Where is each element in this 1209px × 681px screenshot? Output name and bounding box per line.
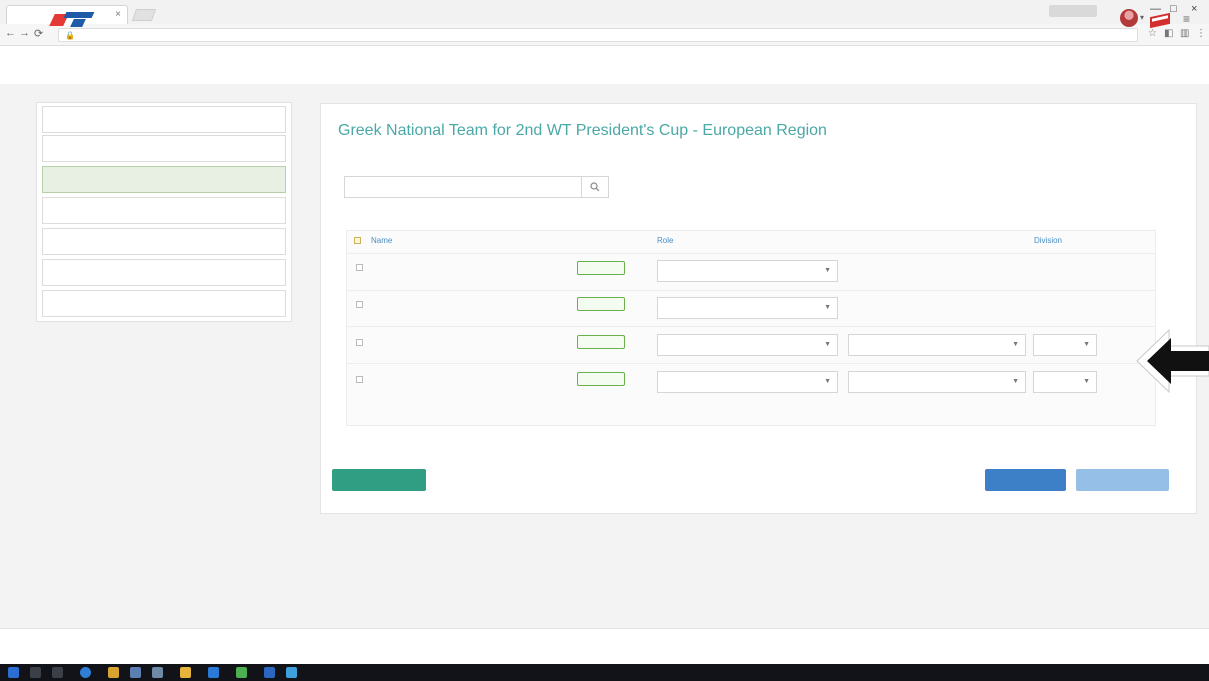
hamburger-menu-icon[interactable]: ≡ bbox=[1183, 12, 1190, 26]
sidebar-item-active[interactable] bbox=[42, 166, 286, 193]
select-all-checkbox[interactable] bbox=[354, 237, 361, 244]
chevron-down-icon: ▼ bbox=[824, 341, 831, 348]
chevron-down-icon: ▼ bbox=[1012, 378, 1019, 385]
search-button[interactable] bbox=[581, 177, 608, 197]
extension-icon[interactable]: ▥ bbox=[1180, 28, 1189, 39]
chevron-down-icon[interactable]: ▾ bbox=[1140, 13, 1144, 22]
country-flag-icon[interactable] bbox=[1150, 12, 1170, 29]
sidebar-item[interactable] bbox=[42, 135, 286, 162]
left-action-button[interactable] bbox=[332, 469, 426, 491]
app-header bbox=[0, 46, 1209, 84]
status-badge bbox=[577, 335, 625, 349]
role-select[interactable]: ▼ bbox=[657, 334, 838, 356]
folder-icon[interactable] bbox=[108, 667, 119, 678]
division-select[interactable]: ▼ bbox=[1033, 371, 1097, 393]
browser-tab-bar bbox=[0, 0, 1209, 24]
page-footer bbox=[0, 628, 1209, 664]
browser-menu-icon[interactable]: ⋮ bbox=[1196, 28, 1206, 39]
role-select[interactable]: ▼ bbox=[657, 297, 838, 319]
chevron-down-icon: ▼ bbox=[1083, 378, 1090, 385]
annotation-arrow-icon bbox=[1136, 328, 1209, 394]
close-window-icon[interactable]: × bbox=[1191, 3, 1197, 21]
close-tab-icon[interactable]: × bbox=[115, 9, 121, 20]
sidebar-item[interactable] bbox=[42, 197, 286, 224]
row-checkbox[interactable] bbox=[356, 264, 363, 271]
right-action-button[interactable] bbox=[1076, 469, 1169, 491]
division-select[interactable]: ▼ bbox=[1033, 334, 1097, 356]
forward-icon[interactable]: → bbox=[19, 27, 30, 39]
status-badge bbox=[577, 297, 625, 311]
chevron-down-icon: ▼ bbox=[1083, 341, 1090, 348]
search-icon[interactable] bbox=[30, 667, 41, 678]
column-header-role: Role bbox=[657, 236, 674, 245]
role-select[interactable]: ▼ bbox=[657, 371, 838, 393]
status-badge bbox=[577, 261, 625, 275]
bookmark-star-icon[interactable]: ☆ bbox=[1148, 28, 1157, 39]
row-checkbox[interactable] bbox=[356, 301, 363, 308]
window-profile-badge bbox=[1049, 5, 1097, 17]
search-box bbox=[344, 176, 609, 198]
chevron-down-icon: ▼ bbox=[824, 378, 831, 385]
app-icon[interactable] bbox=[152, 667, 163, 678]
start-icon[interactable] bbox=[8, 667, 19, 678]
back-icon[interactable]: ← bbox=[5, 27, 16, 39]
chevron-down-icon: ▼ bbox=[824, 304, 831, 311]
app-icon[interactable] bbox=[264, 667, 275, 678]
app-icon[interactable] bbox=[208, 667, 219, 678]
reload-icon[interactable]: ⟳ bbox=[34, 27, 43, 40]
task-view-icon[interactable] bbox=[52, 667, 63, 678]
store-icon[interactable] bbox=[130, 667, 141, 678]
lock-icon: 🔒 bbox=[65, 31, 75, 40]
sidebar-item[interactable] bbox=[42, 259, 286, 286]
row-checkbox[interactable] bbox=[356, 376, 363, 383]
next-button[interactable] bbox=[985, 469, 1066, 491]
app-logo[interactable] bbox=[49, 12, 95, 28]
avatar[interactable] bbox=[1120, 9, 1138, 27]
sub-event-select[interactable]: ▼ bbox=[848, 371, 1026, 393]
chevron-down-icon: ▼ bbox=[1012, 341, 1019, 348]
url-field[interactable]: 🔒 bbox=[58, 28, 1138, 42]
chevron-down-icon: ▼ bbox=[824, 267, 831, 274]
edge-icon[interactable] bbox=[80, 667, 91, 678]
maximize-icon[interactable]: □ bbox=[1170, 3, 1177, 21]
row-checkbox[interactable] bbox=[356, 339, 363, 346]
sidebar-item[interactable] bbox=[42, 290, 286, 317]
sub-event-select[interactable]: ▼ bbox=[848, 334, 1026, 356]
search-input[interactable] bbox=[345, 177, 581, 197]
sidebar-item[interactable] bbox=[42, 106, 286, 133]
app-icon[interactable] bbox=[236, 667, 247, 678]
search-icon bbox=[590, 182, 600, 192]
app-icon[interactable] bbox=[180, 667, 191, 678]
extension-icon[interactable]: ◧ bbox=[1164, 28, 1173, 39]
status-badge bbox=[577, 372, 625, 386]
sidebar-item[interactable] bbox=[42, 228, 286, 255]
role-select[interactable]: ▼ bbox=[657, 260, 838, 282]
app-icon[interactable] bbox=[286, 667, 297, 678]
column-header-name[interactable]: Name bbox=[371, 236, 392, 245]
column-header-division: Division bbox=[1034, 236, 1063, 245]
page-title: Greek National Team for 2nd WT President… bbox=[338, 122, 827, 139]
